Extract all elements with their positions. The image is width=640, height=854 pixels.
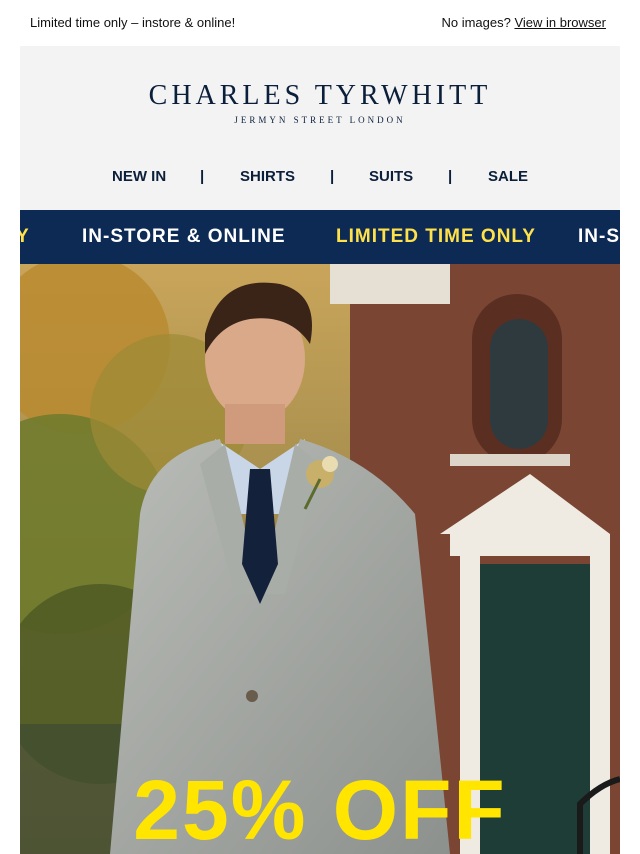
nav-item-new-in[interactable]: NEW IN (112, 168, 166, 185)
main-nav: NEW IN | SHIRTS | SUITS | SALE (20, 168, 620, 188)
email-header: CHARLES TYRWHITT JERMYN STREET LONDON NE… (20, 46, 620, 210)
nav-separator: | (200, 168, 205, 185)
hero-image[interactable]: 25% OFF (20, 264, 620, 854)
view-in-browser-link[interactable]: View in browser (514, 15, 606, 30)
brand-tagline: JERMYN STREET LONDON (234, 115, 406, 125)
preheader-promo-text: Limited time only – instore & online! (30, 15, 236, 30)
hero-offer-headline: 25% OFF (133, 763, 507, 854)
ticker-item: Y (20, 226, 30, 247)
ticker-item: IN-S (578, 226, 620, 247)
nav-separator: | (448, 168, 453, 185)
promo-ticker-banner[interactable]: Y IN-STORE & ONLINE LIMITED TIME ONLY IN… (20, 210, 620, 264)
brand-logo[interactable]: CHARLES TYRWHITT (20, 80, 620, 112)
ticker-item-limited-time: LIMITED TIME ONLY (336, 226, 536, 247)
ticker-item-instore-online: IN-STORE & ONLINE (82, 226, 286, 247)
preheader: Limited time only – instore & online! No… (0, 0, 640, 46)
no-images-text: No images? (441, 15, 511, 30)
nav-item-shirts[interactable]: SHIRTS (240, 168, 295, 185)
nav-separator: | (330, 168, 335, 185)
nav-item-sale[interactable]: SALE (488, 168, 528, 185)
preheader-right: No images? View in browser (441, 15, 606, 30)
nav-item-suits[interactable]: SUITS (369, 168, 413, 185)
